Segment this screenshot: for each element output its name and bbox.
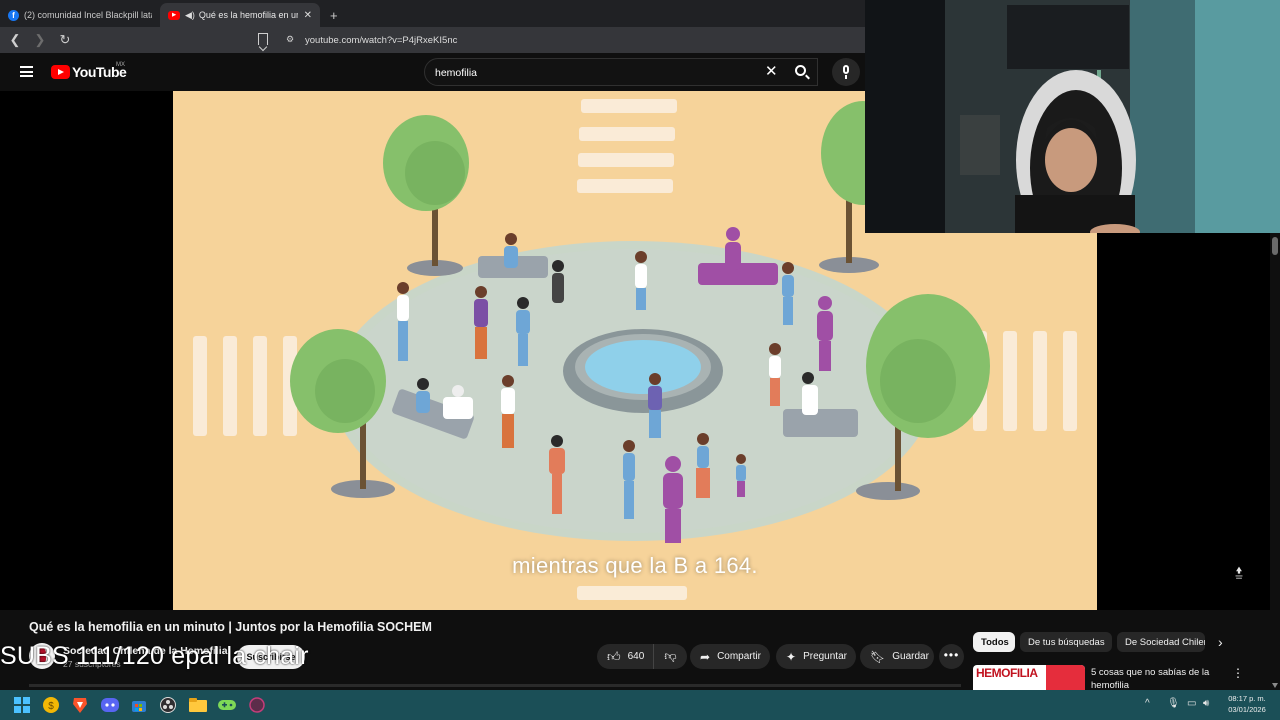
speaker-icon[interactable]: ◀) [185, 10, 195, 21]
chip-de-tus-busquedas[interactable]: De tus búsquedas [1020, 632, 1112, 652]
microphone-icon [843, 65, 849, 74]
facebook-icon: f [8, 9, 19, 21]
ask-label: Preguntar [803, 651, 847, 662]
save-button[interactable]: 🔖︎ Guardar [860, 644, 934, 669]
recommended-thumbnail[interactable]: HEMOFILIA [973, 665, 1085, 690]
chip-de-sociedad-chilena[interactable]: De Sociedad Chilena [1117, 632, 1205, 652]
dislike-button[interactable]: 👎︎ [654, 649, 687, 664]
streamer-camera-feed [865, 0, 1280, 233]
share-icon: ➦ [700, 649, 711, 664]
voice-search-button[interactable] [832, 58, 860, 86]
share-label: Compartir [717, 651, 761, 662]
clock-time: 08:17 p. m. [1228, 694, 1266, 703]
search-input[interactable]: hemofilia ✕ [424, 58, 818, 86]
sochem-watermark-icon [1235, 566, 1243, 579]
thumbnail-text: HEMOFILIA [976, 666, 1038, 680]
coin-app-icon[interactable]: $ [41, 695, 61, 715]
volume-icon[interactable]: 🔊︎ [1203, 698, 1209, 709]
browser-tab-youtube[interactable]: ▶ ◀) Qué es la hemofilia en un minu ✕ [160, 3, 320, 27]
screen: f (2) comunidad Incel Blackpill latam | … [0, 0, 1280, 720]
microphone-tray-icon[interactable]: 🎙︎ [1167, 698, 1180, 709]
hamburger-menu-icon[interactable] [20, 66, 33, 77]
sparkle-icon: ✦ [786, 649, 797, 664]
comments-divider [29, 684, 961, 687]
discord-icon[interactable] [100, 695, 120, 715]
show-hidden-icons-icon[interactable]: ^ [1145, 698, 1150, 709]
recommended-title[interactable]: 5 cosas que no sabías de la hemofilia [1091, 666, 1213, 690]
ask-button[interactable]: ✦ Preguntar [776, 644, 856, 669]
video-title: Qué es la hemofilia en un minuto | Junto… [29, 620, 432, 634]
app-icon[interactable] [247, 695, 267, 715]
tab-title: Qué es la hemofilia en un minu [198, 10, 298, 20]
share-button[interactable]: ➦ Compartir [690, 644, 770, 669]
scroll-down-icon[interactable] [1272, 683, 1278, 688]
obs-icon[interactable] [158, 695, 178, 715]
network-icon[interactable]: ▭ [1187, 698, 1196, 709]
page-scrollbar[interactable] [1270, 233, 1280, 690]
kebab-menu-icon[interactable]: ⋮ [1232, 666, 1244, 680]
store-icon[interactable] [129, 695, 149, 715]
scrollbar-thumb[interactable] [1272, 237, 1278, 255]
thumbnail-accent [1046, 665, 1085, 690]
save-label: Guardar [892, 651, 929, 662]
video-caption: mientras que la B a 164. [512, 553, 758, 578]
youtube-icon: ▶ [168, 10, 180, 20]
webcam-overlay [865, 0, 1280, 233]
clock-date: 03/01/2026 [1228, 705, 1266, 714]
url-field[interactable]: youtube.com/watch?v=P4jRxeKI5nc [305, 35, 457, 46]
game-controller-icon[interactable] [217, 695, 237, 715]
thumbs-down-icon: 👎︎ [664, 649, 677, 663]
tab-title: (2) comunidad Incel Blackpill latam | [24, 10, 152, 20]
bookmark-save-icon: 🔖︎ [870, 649, 886, 664]
file-explorer-icon[interactable] [188, 695, 208, 715]
brave-browser-icon[interactable] [70, 695, 90, 715]
windows-start-icon[interactable] [12, 695, 32, 715]
search-icon [795, 65, 806, 76]
svg-text:$: $ [48, 701, 54, 712]
browser-tab-facebook[interactable]: f (2) comunidad Incel Blackpill latam | [0, 3, 160, 27]
like-dislike-group: 👍︎ 640 👎︎ [597, 644, 687, 669]
like-count: 640 [627, 651, 645, 662]
back-icon[interactable]: ❮ [5, 32, 25, 48]
chevron-right-icon[interactable]: › [1218, 634, 1223, 650]
search-button[interactable] [784, 58, 820, 86]
bookmark-icon[interactable] [258, 33, 268, 45]
search-query[interactable]: hemofilia [435, 67, 477, 79]
region-code: MX [116, 62, 125, 68]
clear-search-icon[interactable]: ✕ [765, 64, 778, 80]
youtube-logo-icon[interactable] [51, 65, 70, 79]
like-button[interactable]: 👍︎ 640 [597, 644, 654, 669]
thumbs-up-icon: 👍︎ [607, 648, 621, 664]
stream-overlay-text: SUBS 111/120 epal la chair [0, 642, 309, 670]
chip-todos[interactable]: Todos [973, 632, 1015, 652]
site-settings-icon[interactable]: ⚙ [286, 34, 294, 45]
new-tab-button[interactable]: + [320, 8, 348, 27]
more-actions-button[interactable]: ••• [939, 644, 964, 669]
windows-taskbar: $ ^ 🎙︎ ▭ 🔊︎ 08:17 p. m. 03/01/2026 [0, 690, 1280, 720]
system-clock[interactable]: 08:17 p. m. 03/01/2026 [1222, 693, 1272, 715]
forward-icon[interactable]: ❯ [30, 32, 50, 48]
reload-icon[interactable]: ↻ [55, 32, 75, 48]
close-icon[interactable]: ✕ [304, 10, 312, 21]
microphone-stand [845, 75, 847, 79]
